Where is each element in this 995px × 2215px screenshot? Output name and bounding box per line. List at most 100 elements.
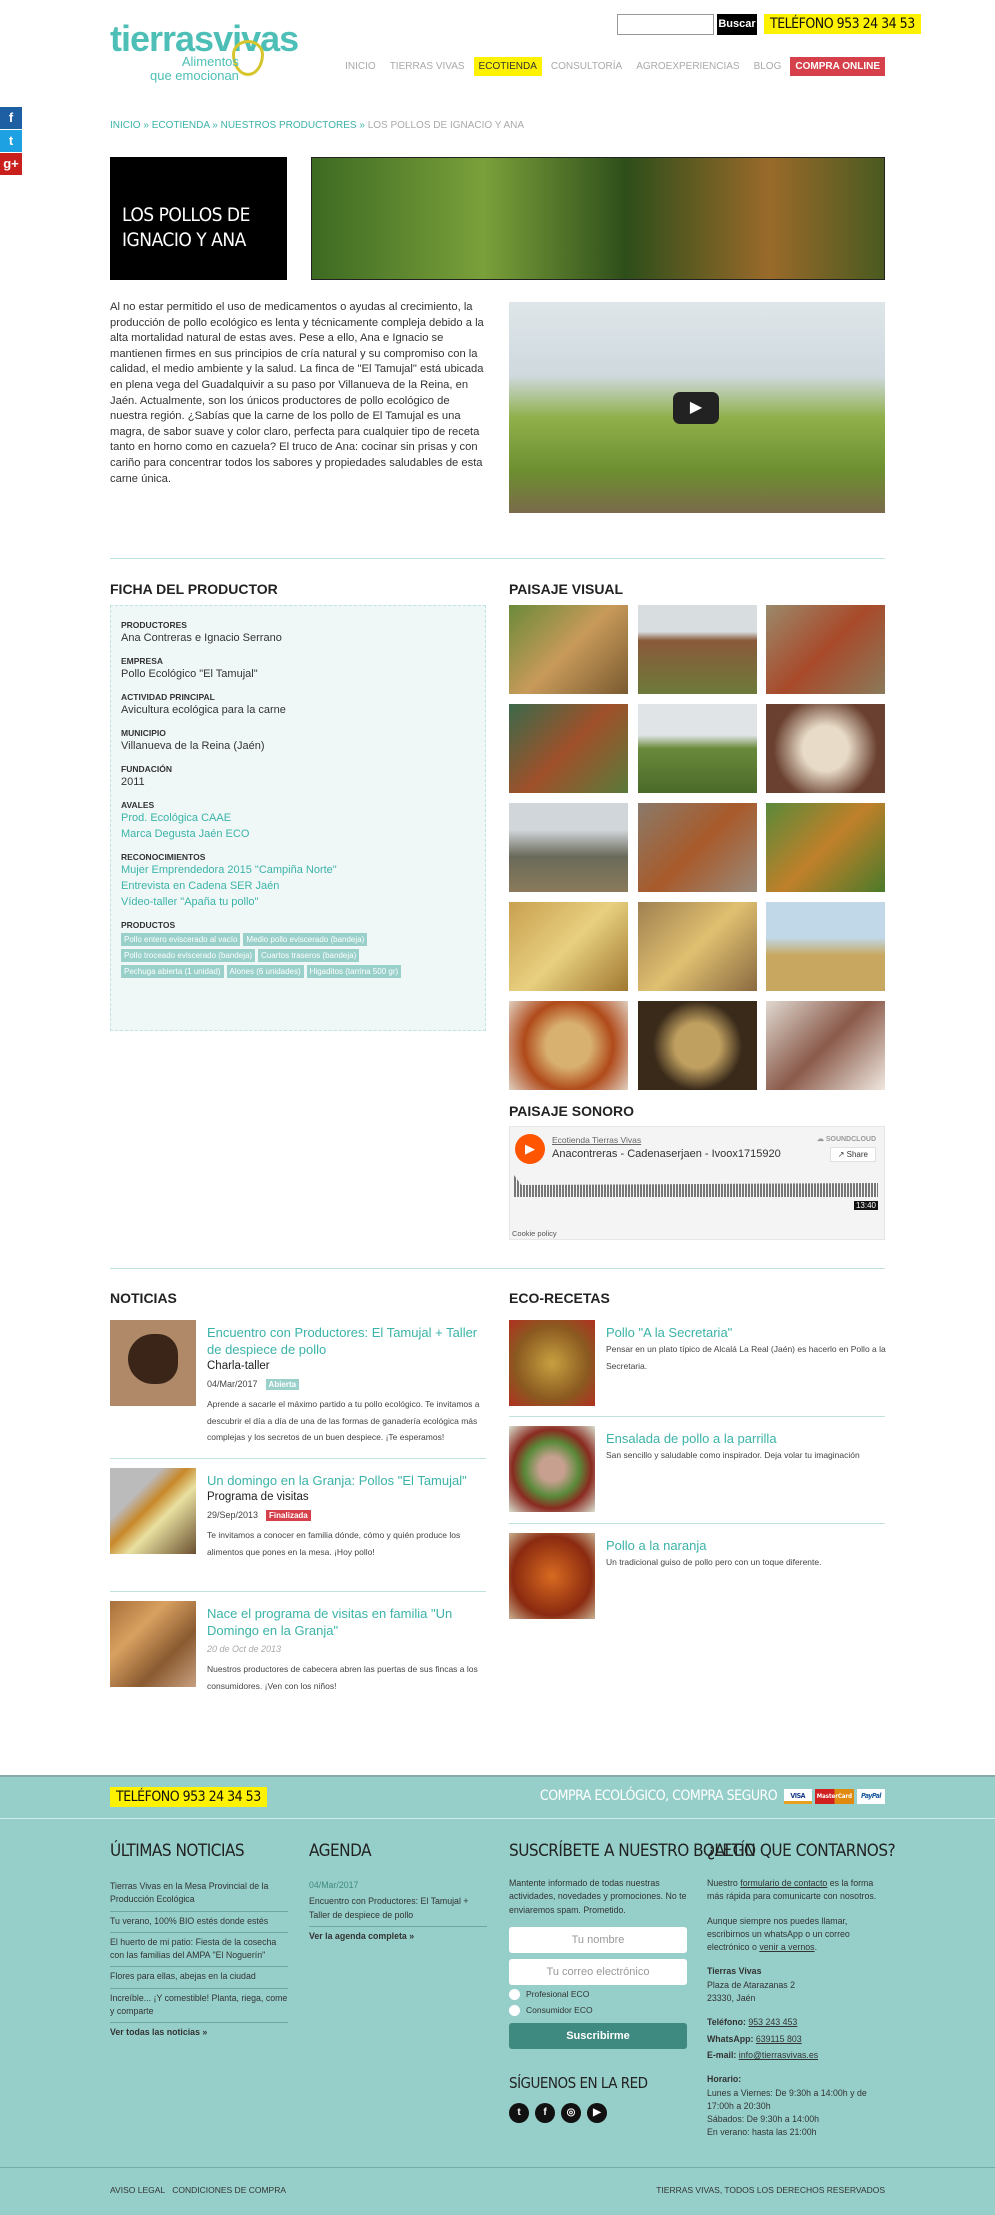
gallery-photo[interactable]	[766, 704, 885, 793]
search-button[interactable]: Buscar	[717, 14, 757, 35]
news-thumb[interactable]	[110, 1468, 196, 1554]
track-title[interactable]: Anacontreras - Cadenaserjaen - Ivoox1715…	[552, 1148, 781, 1160]
visit-us-link[interactable]: venir a vernos	[759, 1942, 814, 1952]
gallery-photo[interactable]	[637, 1001, 757, 1090]
latest-news-link[interactable]: El huerto de mi patio: Fiesta de la cose…	[110, 1933, 288, 1968]
radio-consumidor[interactable]: Consumidor ECO	[509, 2004, 689, 2017]
gallery-photo[interactable]	[509, 704, 628, 793]
gallery-photo[interactable]	[637, 704, 757, 793]
contact-form-link[interactable]: formulario de contacto	[740, 1878, 827, 1888]
gallery-photo[interactable]	[637, 605, 757, 694]
radio-profesional[interactable]: Profesional ECO	[509, 1988, 689, 2001]
condiciones-link[interactable]: CONDICIONES DE COMPRA	[172, 2185, 286, 2195]
agenda-link[interactable]: Encuentro con Productores: El Tamujal + …	[309, 1892, 487, 1927]
latest-news-link[interactable]: Tierras Vivas en la Mesa Provincial de l…	[110, 1877, 288, 1912]
hours: En verano: hasta las 21:00h	[707, 2127, 817, 2138]
value: Pollo Ecológico "El Tamujal"	[121, 668, 258, 680]
aval-link[interactable]: Marca Degusta Jaén ECO	[121, 826, 475, 842]
hours: Sábados: De 9:30h a 14:00h	[707, 2114, 820, 2125]
gallery-photo[interactable]	[509, 605, 628, 694]
breadcrumb-ecotienda[interactable]: ECOTIENDA	[152, 120, 210, 131]
product-tag[interactable]: Pollo troceado eviscerado (bandeja)	[121, 949, 256, 962]
breadcrumb-inicio[interactable]: INICIO	[110, 120, 141, 131]
nav-agroexperiencias[interactable]: AGROEXPERIENCIAS	[631, 57, 744, 76]
subscribe-button[interactable]: Suscribirme	[509, 2023, 687, 2050]
gallery-photo[interactable]	[766, 902, 885, 991]
gallery-photo[interactable]	[509, 902, 628, 991]
gallery-photo[interactable]	[637, 902, 757, 991]
whatsapp-link[interactable]: 639115 803	[756, 2034, 802, 2044]
cookie-policy-link[interactable]: Cookie policy	[512, 1229, 557, 1238]
radio-icon[interactable]	[509, 1989, 520, 2001]
phone-link[interactable]: 953 243 453	[748, 2017, 797, 2027]
mastercard-icon: MasterCard	[814, 1788, 854, 1804]
recipe-title-link[interactable]: Pollo "A la Secretaria"	[606, 1325, 732, 1340]
full-agenda-link[interactable]: Ver la agenda completa »	[309, 1927, 487, 1943]
gallery-photo[interactable]	[637, 803, 757, 892]
youtube-icon[interactable]: ▶	[587, 2103, 607, 2123]
twitter-share-icon[interactable]: t	[0, 130, 22, 152]
product-tag[interactable]: Cuartos traseros (bandeja)	[258, 949, 360, 962]
play-icon[interactable]: ▶	[673, 392, 719, 424]
recipe-title-link[interactable]: Pollo a la naranja	[606, 1538, 706, 1553]
reconocimiento-link[interactable]: Mujer Emprendedora 2015 "Campiña Norte"	[121, 862, 475, 878]
reconocimiento-link[interactable]: Vídeo-taller "Apaña tu pollo"	[121, 894, 475, 910]
secure-purchase: COMPRA ECOLÓGICO, COMPRA SEGURO VISA Mast…	[540, 1788, 885, 1804]
product-tag[interactable]: Pechuga abierta (1 unidad)	[121, 965, 224, 978]
recipe-thumb[interactable]	[509, 1533, 595, 1619]
email-link[interactable]: info@tierrasvivas.es	[739, 2050, 818, 2060]
share-button[interactable]: ↗ Share	[829, 1147, 876, 1162]
product-tag[interactable]: Higaditos (tarrina 500 gr)	[306, 965, 402, 978]
product-tag[interactable]: Pollo entero eviscerado al vacío	[121, 933, 241, 946]
news-title-link[interactable]: Encuentro con Productores: El Tamujal + …	[207, 1325, 477, 1357]
aviso-legal-link[interactable]: AVISO LEGAL	[110, 2185, 165, 2195]
breadcrumb-productores[interactable]: NUESTROS PRODUCTORES	[221, 120, 357, 131]
video-player[interactable]: ▶	[509, 302, 885, 513]
name-input[interactable]: Tu nombre	[509, 1926, 687, 1953]
twitter-icon[interactable]: t	[509, 2103, 529, 2123]
facebook-share-icon[interactable]: f	[0, 107, 22, 129]
search-input[interactable]	[617, 14, 714, 35]
nav-consultoria[interactable]: CONSULTORÍA	[546, 57, 627, 76]
label: PRODUCTOS	[121, 920, 176, 930]
gallery-photo[interactable]	[509, 803, 628, 892]
nav-inicio[interactable]: INICIO	[340, 57, 381, 76]
label: AVALES	[121, 800, 155, 810]
news-title-link[interactable]: Nace el programa de visitas en familia "…	[207, 1606, 452, 1638]
facebook-icon[interactable]: f	[535, 2103, 555, 2123]
latest-news-link[interactable]: Tu verano, 100% BIO estés donde estés	[110, 1912, 288, 1933]
product-tags: Pollo entero eviscerado al vacío Medio po…	[121, 933, 451, 978]
recipe-thumb[interactable]	[509, 1320, 595, 1406]
all-news-link[interactable]: Ver todas las noticias »	[110, 2023, 288, 2039]
soundcloud-logo: ☁ SOUNDCLOUD	[816, 1136, 876, 1143]
instagram-icon[interactable]: ◎	[561, 2103, 581, 2123]
reconocimiento-link[interactable]: Entrevista en Cadena SER Jaén	[121, 878, 475, 894]
recipe-title-link[interactable]: Ensalada de pollo a la parrilla	[606, 1431, 777, 1446]
nav-tierras-vivas[interactable]: TIERRAS VIVAS	[385, 57, 470, 76]
nav-ecotienda[interactable]: ECOTIENDA	[473, 57, 542, 76]
soundcloud-user[interactable]: Ecotienda Tierras Vivas	[552, 1135, 641, 1145]
gallery-photo[interactable]	[509, 1001, 628, 1090]
waveform[interactable]	[514, 1175, 878, 1197]
nav-compra-online[interactable]: COMPRA ONLINE	[790, 57, 885, 76]
latest-news-link[interactable]: Flores para ellas, abejas en la ciudad	[110, 1967, 288, 1989]
news-thumb[interactable]	[110, 1601, 196, 1687]
gallery-photo[interactable]	[766, 1001, 885, 1090]
nav-blog[interactable]: BLOG	[749, 57, 787, 76]
aval-link[interactable]: Prod. Ecológica CAAE	[121, 810, 475, 826]
radio-icon[interactable]	[509, 2005, 520, 2017]
soundcloud-player: ▶ Ecotienda Tierras Vivas Anacontreras -…	[509, 1126, 885, 1240]
email-input[interactable]: Tu correo electrónico	[509, 1958, 687, 1985]
news-thumb-chicken-diagram[interactable]	[110, 1320, 196, 1406]
news-title-link[interactable]: Un domingo en la Granja: Pollos "El Tamu…	[207, 1473, 467, 1488]
breadcrumb: INICIO » ECOTIENDA » NUESTROS PRODUCTORE…	[110, 120, 524, 131]
gallery-photo[interactable]	[766, 605, 885, 694]
product-tag[interactable]: Medio pollo eviscerado (bandeja)	[243, 933, 368, 946]
latest-news-link[interactable]: Increíble... ¡Y comestible! Planta, rieg…	[110, 1989, 288, 2024]
breadcrumb-sep: »	[209, 120, 221, 131]
recipe-thumb[interactable]	[509, 1426, 595, 1512]
googleplus-share-icon[interactable]: g+	[0, 153, 22, 175]
gallery-photo[interactable]	[766, 803, 885, 892]
product-tag[interactable]: Alones (6 unidades)	[226, 965, 304, 978]
play-icon[interactable]: ▶	[515, 1134, 545, 1164]
